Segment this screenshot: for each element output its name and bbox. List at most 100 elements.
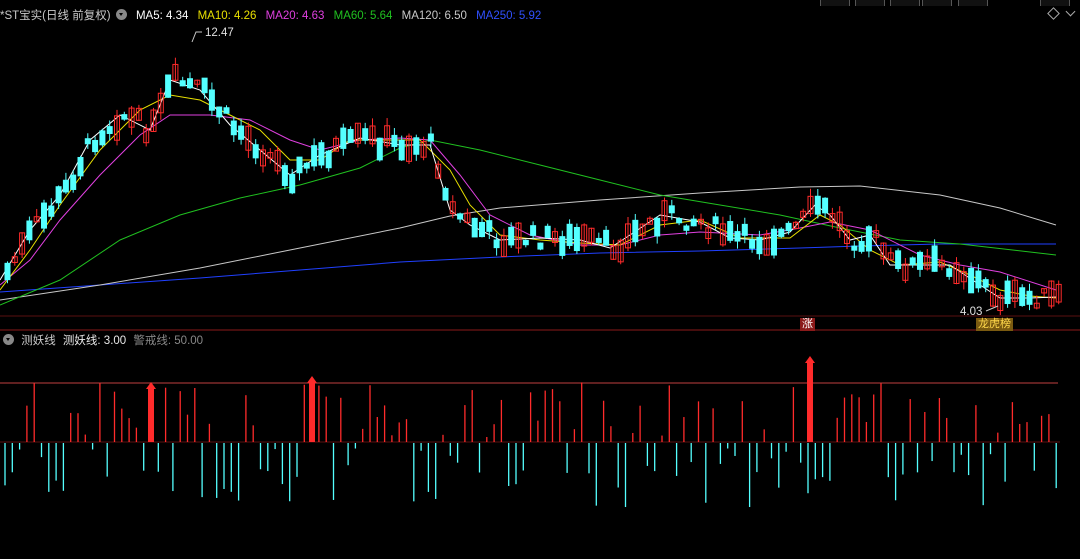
candle-body xyxy=(311,145,318,167)
candle-body xyxy=(968,267,975,294)
candle-body xyxy=(756,236,763,255)
ma60-line xyxy=(0,139,1057,306)
candle-body xyxy=(84,138,91,145)
candle-body xyxy=(347,128,354,143)
candle-body xyxy=(734,231,741,242)
candle-body xyxy=(522,239,529,246)
candle-body xyxy=(544,225,551,239)
candle-body xyxy=(303,162,310,169)
candle-body xyxy=(70,174,77,190)
candle-body xyxy=(471,217,478,238)
candle-body xyxy=(814,195,821,215)
candle-body xyxy=(486,220,493,232)
candle-body xyxy=(822,197,829,214)
candle-body xyxy=(632,219,639,243)
candle-body xyxy=(975,270,982,289)
candle-body xyxy=(340,127,347,149)
candle-body xyxy=(865,226,872,252)
candle-body xyxy=(252,144,259,159)
candle-body xyxy=(530,225,537,236)
candle-body xyxy=(457,213,464,220)
candle-body xyxy=(946,268,953,277)
signal-bar xyxy=(148,388,154,442)
candle-body xyxy=(559,236,566,256)
candle-body xyxy=(121,114,128,120)
candle-body xyxy=(690,218,697,227)
candle-body xyxy=(1026,290,1033,305)
candle-body xyxy=(668,205,675,214)
candle-body xyxy=(427,133,434,142)
candle-body xyxy=(595,237,602,243)
indicator-bars xyxy=(4,356,1057,508)
candle-body xyxy=(296,156,303,174)
candle-body xyxy=(566,223,573,246)
candle-body xyxy=(683,225,690,231)
candle-body xyxy=(201,77,208,94)
candle-body xyxy=(391,134,398,147)
low-marker-line xyxy=(985,305,999,312)
candle-body xyxy=(398,139,405,161)
candle-body xyxy=(741,223,748,236)
candle-body xyxy=(931,245,938,272)
candle-body xyxy=(442,187,449,201)
candle-body xyxy=(325,150,332,169)
low-price-label: 4.03 xyxy=(960,306,982,318)
candle-body xyxy=(281,165,288,186)
candle-body xyxy=(537,242,544,250)
candle-body xyxy=(771,228,777,256)
candle-body xyxy=(230,120,237,136)
candle-body xyxy=(851,245,858,251)
candle-body xyxy=(362,128,369,141)
lhb-badge[interactable]: 龙虎榜 xyxy=(976,318,1013,331)
candle-body xyxy=(4,262,11,281)
candle-body xyxy=(289,173,296,194)
candle-body xyxy=(917,251,923,270)
candle-body xyxy=(165,74,172,98)
candle-body xyxy=(413,137,420,155)
candle-body xyxy=(654,217,661,237)
kline-chart[interactable]: 12.47 4.03 xyxy=(0,0,1080,559)
candle-body xyxy=(238,125,245,140)
candle-body xyxy=(179,80,186,87)
candle-body xyxy=(712,216,719,225)
candle-body xyxy=(216,106,223,118)
candle-body xyxy=(62,179,69,193)
candle-body xyxy=(727,221,734,241)
signal-arrow-icon xyxy=(307,376,317,383)
candle-body xyxy=(603,229,610,246)
candle-body xyxy=(573,226,580,252)
signal-bar xyxy=(807,362,813,442)
candle-body xyxy=(187,78,193,89)
high-marker-line xyxy=(191,31,202,43)
candle-body xyxy=(26,220,33,241)
candle-body xyxy=(1004,280,1011,305)
candle-body xyxy=(508,226,515,246)
high-price-label: 12.47 xyxy=(205,27,234,39)
candle-body xyxy=(106,126,113,134)
candle-body xyxy=(1019,287,1026,306)
zhang-badge[interactable]: 涨 xyxy=(800,318,815,331)
candle-body xyxy=(749,239,756,249)
candle-body xyxy=(48,205,55,217)
candle-body xyxy=(785,222,792,232)
candle-body xyxy=(77,156,84,177)
candle-body xyxy=(778,228,785,237)
candlestick-series xyxy=(4,57,1062,316)
candle-body xyxy=(982,279,989,288)
candle-body xyxy=(99,130,106,146)
candle-body xyxy=(676,218,683,224)
candle-body xyxy=(479,221,485,238)
chart-annotations: 12.47 4.03 xyxy=(191,27,999,318)
candle-body xyxy=(493,239,500,249)
candle-body xyxy=(41,202,47,229)
candle-body xyxy=(895,250,902,269)
signal-arrow-icon xyxy=(805,356,815,363)
candle-body xyxy=(376,137,383,161)
candle-body xyxy=(208,89,215,111)
signal-bar xyxy=(309,382,315,442)
candle-body xyxy=(223,107,230,114)
candle-body xyxy=(55,186,62,204)
candle-body xyxy=(92,139,99,153)
candle-body xyxy=(909,257,916,266)
candle-body xyxy=(318,142,325,166)
